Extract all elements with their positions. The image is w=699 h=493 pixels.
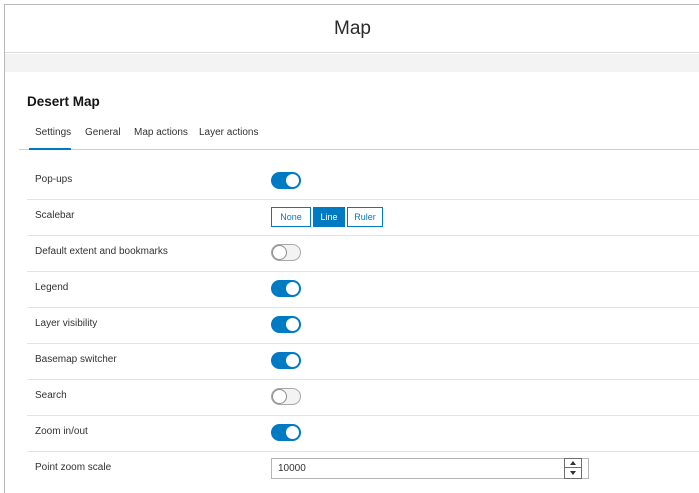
toggle-knob (272, 245, 287, 260)
page-title: Desert Map (27, 94, 100, 109)
legend-label: Legend (35, 282, 69, 293)
popups-label: Pop-ups (35, 174, 73, 185)
search-label: Search (35, 390, 67, 401)
layer-visibility-label: Layer visibility (35, 318, 98, 329)
zoom-toggle[interactable] (271, 424, 301, 441)
tab-layer-actions[interactable]: Layer actions (199, 126, 258, 150)
setting-row-scalebar: Scalebar None Line Ruler (27, 200, 699, 236)
legend-toggle[interactable] (271, 280, 301, 297)
toggle-knob (272, 389, 287, 404)
tab-layer-actions-label: Layer actions (199, 127, 259, 138)
setting-row-extent: Default extent and bookmarks (27, 236, 699, 272)
toggle-knob (285, 425, 300, 440)
window-title: Map (334, 18, 371, 39)
setting-row-search: Search (27, 380, 699, 416)
title-bar: Map (5, 5, 699, 53)
tab-general[interactable]: General (85, 126, 121, 150)
setting-row-basemap-switcher: Basemap switcher (27, 344, 699, 380)
setting-row-layer-visibility: Layer visibility (27, 308, 699, 344)
popups-toggle[interactable] (271, 172, 301, 189)
setting-row-zoom: Zoom in/out (27, 416, 699, 452)
chevron-up-icon (570, 461, 576, 465)
basemap-switcher-control (271, 352, 301, 369)
tab-map-actions[interactable]: Map actions (134, 126, 188, 150)
setting-row-point-zoom-scale: Point zoom scale 10000 (27, 452, 699, 488)
toggle-knob (285, 353, 300, 368)
basemap-switcher-label: Basemap switcher (35, 354, 117, 365)
point-zoom-scale-input[interactable]: 10000 (271, 458, 589, 479)
legend-control (271, 280, 301, 297)
layer-visibility-control (271, 316, 301, 333)
extent-label: Default extent and bookmarks (35, 246, 168, 257)
toggle-knob (285, 173, 300, 188)
tab-general-label: General (85, 127, 121, 138)
toggle-knob (285, 317, 300, 332)
scalebar-segmented-control: None Line Ruler (271, 207, 385, 227)
scalebar-label: Scalebar (35, 210, 75, 221)
scalebar-option-none[interactable]: None (271, 207, 311, 227)
panel-gutter (5, 54, 699, 72)
scalebar-control: None Line Ruler (271, 207, 385, 227)
scalebar-option-ruler[interactable]: Ruler (347, 207, 383, 227)
tab-map-actions-label: Map actions (134, 127, 188, 138)
settings-panel: Desert Map Settings General Map actions … (19, 72, 699, 493)
search-toggle[interactable] (271, 388, 301, 405)
layer-visibility-toggle[interactable] (271, 316, 301, 333)
tab-settings[interactable]: Settings (29, 126, 71, 150)
tab-settings-label: Settings (35, 127, 72, 138)
setting-row-popups: Pop-ups (27, 164, 699, 200)
point-zoom-scale-label: Point zoom scale (35, 462, 112, 473)
point-zoom-scale-value: 10000 (278, 463, 306, 474)
zoom-label: Zoom in/out (35, 426, 88, 437)
increment-button[interactable] (565, 459, 581, 468)
number-spinner (564, 458, 582, 479)
decrement-button[interactable] (565, 469, 581, 478)
setting-row-legend: Legend (27, 272, 699, 308)
search-control (271, 388, 301, 405)
extent-control (271, 244, 301, 261)
tab-bar: Settings General Map actions Layer actio… (19, 126, 699, 150)
zoom-control (271, 424, 301, 441)
toggle-knob (285, 281, 300, 296)
chevron-down-icon (570, 471, 576, 475)
popups-control (271, 172, 301, 189)
scalebar-option-line[interactable]: Line (313, 207, 345, 227)
basemap-switcher-toggle[interactable] (271, 352, 301, 369)
app-window: Map Desert Map Settings General Map acti… (4, 4, 699, 493)
extent-toggle[interactable] (271, 244, 301, 261)
